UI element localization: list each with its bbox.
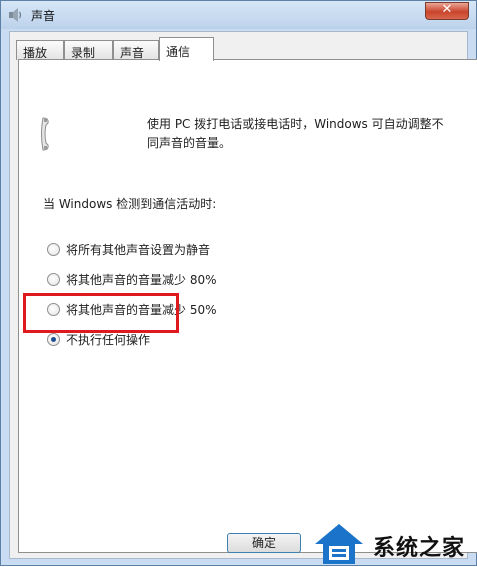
radio-button[interactable] <box>47 272 60 286</box>
tab-label: 声音 <box>120 46 145 60</box>
red-highlight-box <box>23 293 179 333</box>
option-reduce-80[interactable]: 将其他声音的音量减少 80% <box>47 270 217 288</box>
when-detected-label: 当 Windows 检测到通信活动时: <box>43 197 217 211</box>
window-title: 声音 <box>31 9 56 23</box>
option-label: 将其他声音的音量减少 80% <box>66 272 217 287</box>
radio-button[interactable] <box>47 242 60 256</box>
tab-recording[interactable]: 录制 <box>64 40 113 60</box>
ok-button[interactable]: 确定 <box>227 533 301 553</box>
close-button[interactable]: ✕ <box>425 2 469 20</box>
watermark-text: 系统之家 <box>373 536 466 561</box>
speaker-icon <box>9 8 22 22</box>
tab-playback[interactable]: 播放 <box>16 40 64 60</box>
close-icon: ✕ <box>441 2 453 17</box>
tab-sounds[interactable]: 声音 <box>113 40 159 60</box>
option-mute-all[interactable]: 将所有其他声音设置为静音 <box>47 240 210 258</box>
tab-communications[interactable]: 通信 <box>159 37 214 61</box>
radio-button-selected[interactable] <box>47 332 60 346</box>
tab-label: 录制 <box>71 46 96 60</box>
sound-dialog-window: 声音 ✕ 播放 录制 声音 通信 使用 PC 拨打电话或接电话时，Windows… <box>0 0 477 566</box>
option-label: 将所有其他声音设置为静音 <box>66 242 211 257</box>
option-label: 不执行任何操作 <box>66 332 151 347</box>
tab-label: 通信 <box>166 45 191 59</box>
phone-handset-icon <box>41 117 49 151</box>
tab-label: 播放 <box>23 46 48 60</box>
watermark: 系统之家 <box>309 516 477 567</box>
title-bar[interactable]: 声音 ✕ <box>1 1 476 29</box>
house-logo-icon <box>315 524 363 564</box>
communications-description: 使用 PC 拨打电话或接电话时，Windows 可自动调整不同声音的音量。 <box>147 117 444 150</box>
